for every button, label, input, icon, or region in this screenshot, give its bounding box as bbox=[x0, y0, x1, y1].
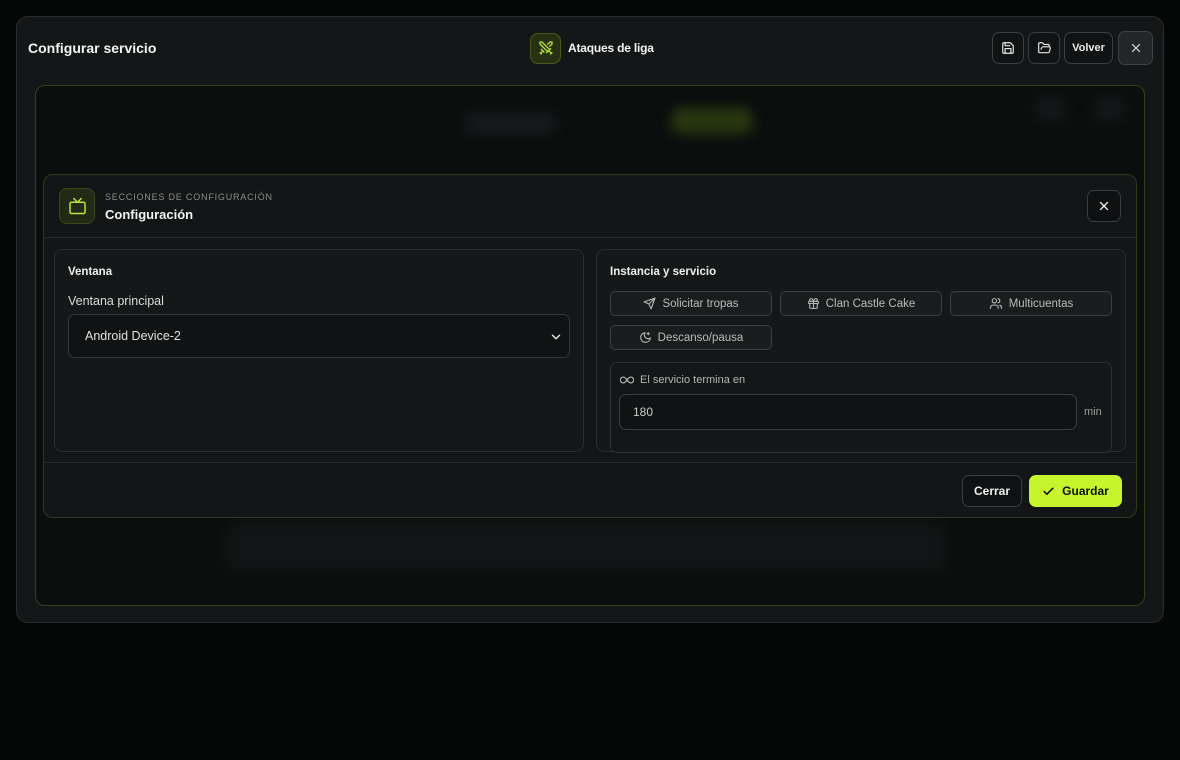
request-troops-button[interactable]: Solicitar tropas bbox=[610, 291, 772, 316]
modal-footer-divider bbox=[44, 462, 1136, 463]
send-icon bbox=[644, 297, 656, 310]
minutes-unit: min bbox=[1084, 406, 1102, 418]
save-button-label: Guardar bbox=[1062, 484, 1109, 498]
blurred-element bbox=[226, 522, 946, 572]
window-title: Configurar servicio bbox=[28, 40, 157, 56]
instance-panel-title: Instancia y servicio bbox=[610, 266, 717, 278]
main-window-label: Ventana principal bbox=[68, 294, 164, 308]
service-end-box: El servicio termina en 180 min bbox=[610, 362, 1112, 453]
open-config-button[interactable] bbox=[1028, 32, 1060, 64]
users-icon bbox=[989, 298, 1002, 309]
blurred-element bbox=[672, 108, 752, 134]
service-indicator: Ataques de liga bbox=[530, 32, 654, 64]
modal-kicker: Secciones de configuración bbox=[105, 192, 273, 202]
blurred-element bbox=[466, 112, 556, 134]
rest-pause-label: Descanso/pausa bbox=[657, 331, 744, 344]
main-window-selected-value: Android Device-2 bbox=[85, 329, 181, 343]
check-icon bbox=[1043, 486, 1054, 495]
window-panel-title: Ventana bbox=[68, 266, 113, 278]
moon-icon bbox=[639, 332, 651, 343]
window-header: Configurar servicio Ataques de liga Volv… bbox=[17, 17, 1163, 77]
service-end-input[interactable]: 180 bbox=[619, 394, 1077, 430]
modal-title: Configuración bbox=[105, 207, 194, 222]
back-button[interactable]: Volver bbox=[1064, 32, 1113, 64]
service-name: Ataques de liga bbox=[568, 41, 654, 55]
close-button[interactable]: Cerrar bbox=[962, 475, 1022, 507]
close-window-button[interactable] bbox=[1118, 31, 1153, 65]
folder-open-icon bbox=[1037, 42, 1051, 54]
clan-castle-cake-button[interactable]: Clan Castle Cake bbox=[780, 291, 942, 316]
config-modal: Secciones de configuración Configuración… bbox=[43, 174, 1137, 518]
rest-pause-button[interactable]: Descanso/pausa bbox=[610, 325, 772, 350]
multi-accounts-button[interactable]: Multicuentas bbox=[950, 291, 1112, 316]
gift-icon bbox=[807, 298, 819, 309]
window-panel: Ventana Ventana principal Android Device… bbox=[54, 249, 584, 452]
service-end-text: El servicio termina en bbox=[640, 374, 746, 386]
save-config-button[interactable] bbox=[992, 32, 1024, 64]
close-icon bbox=[1131, 43, 1140, 53]
save-button[interactable]: Guardar bbox=[1029, 475, 1122, 507]
infinity-icon bbox=[620, 376, 634, 384]
chevron-down-icon bbox=[551, 334, 561, 340]
instance-service-panel: Instancia y servicio Solicitar tropas Cl… bbox=[596, 249, 1126, 453]
close-icon bbox=[1099, 201, 1109, 211]
close-modal-button[interactable] bbox=[1087, 190, 1121, 222]
request-troops-label: Solicitar tropas bbox=[662, 297, 739, 310]
modal-header: Secciones de configuración Configuración bbox=[44, 175, 1136, 238]
clan-castle-cake-label: Clan Castle Cake bbox=[825, 297, 916, 310]
multi-accounts-label: Multicuentas bbox=[1008, 297, 1074, 310]
blurred-element bbox=[1036, 96, 1066, 122]
main-window-select[interactable]: Android Device-2 bbox=[68, 314, 570, 358]
floppy-disk-icon bbox=[1002, 42, 1014, 54]
service-end-label: El servicio termina en bbox=[620, 374, 745, 386]
blurred-element bbox=[1094, 96, 1124, 122]
crossed-swords-icon bbox=[530, 32, 561, 64]
tv-icon bbox=[59, 188, 95, 224]
